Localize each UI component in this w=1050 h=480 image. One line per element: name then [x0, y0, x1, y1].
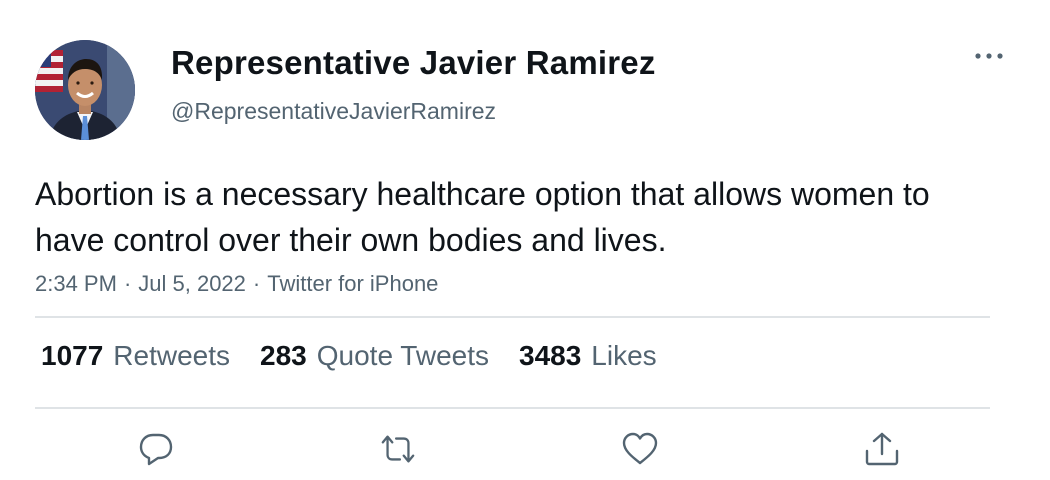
quote-tweets-stat[interactable]: 283 Quote Tweets [260, 340, 489, 372]
engagement-stats: 1077 Retweets 283 Quote Tweets 3483 Likes [41, 340, 687, 372]
reply-icon [139, 433, 173, 466]
more-horizontal-icon [975, 53, 1003, 59]
likes-stat[interactable]: 3483 Likes [519, 340, 657, 372]
tweet-metadata: 2:34 PM · Jul 5, 2022 · Twitter for iPhone [35, 271, 438, 297]
quote-tweets-count: 283 [260, 340, 307, 371]
heart-icon [622, 432, 658, 465]
tweet-text: Abortion is a necessary healthcare optio… [35, 176, 930, 258]
retweet-button[interactable] [379, 430, 417, 468]
share-icon [865, 432, 899, 466]
author-handle[interactable]: @RepresentativeJavierRamirez [171, 98, 496, 125]
divider [35, 407, 990, 409]
retweets-label: Retweets [113, 340, 231, 371]
retweets-stat[interactable]: 1077 Retweets [41, 340, 230, 372]
tweet-card: Representative Javier Ramirez @Represent… [0, 0, 1050, 480]
quote-tweets-label: Quote Tweets [316, 340, 489, 371]
retweet-icon [381, 435, 415, 463]
likes-label: Likes [591, 340, 657, 371]
separator: · [252, 271, 261, 296]
more-options-button[interactable] [972, 44, 1006, 68]
author-display-name[interactable]: Representative Javier Ramirez [171, 44, 656, 82]
retweets-count: 1077 [41, 340, 104, 371]
share-button[interactable] [863, 430, 901, 468]
reply-button[interactable] [137, 430, 175, 468]
avatar[interactable] [35, 40, 135, 140]
tweet-time[interactable]: 2:34 PM [35, 271, 117, 296]
likes-count: 3483 [519, 340, 582, 371]
tweet-source[interactable]: Twitter for iPhone [267, 271, 438, 296]
profile-photo-icon [35, 40, 135, 140]
tweet-date[interactable]: Jul 5, 2022 [138, 271, 246, 296]
separator: · [123, 271, 132, 296]
like-button[interactable] [621, 430, 659, 468]
divider [35, 316, 990, 318]
